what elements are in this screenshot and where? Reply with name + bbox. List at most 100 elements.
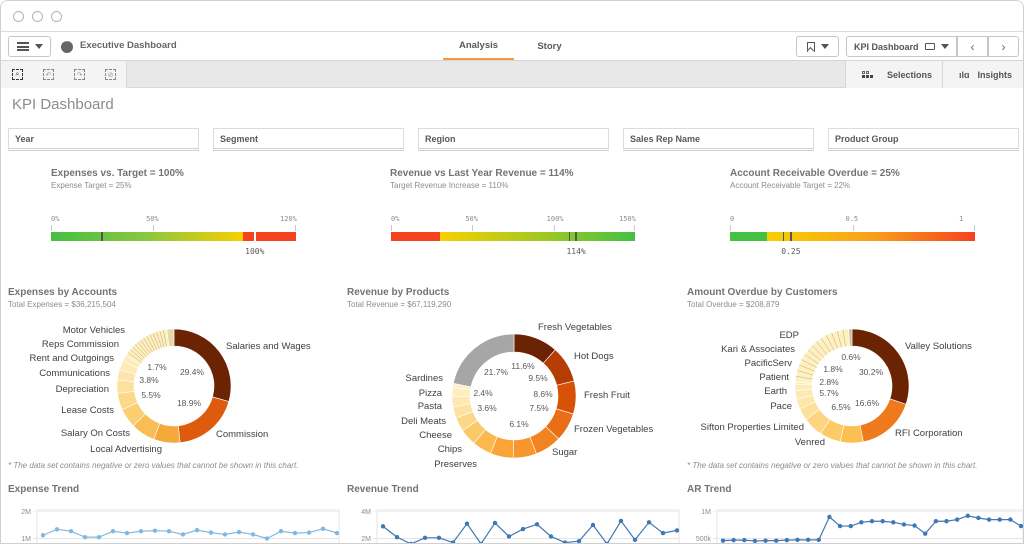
tab-analysis[interactable]: Analysis bbox=[443, 32, 514, 60]
data-point[interactable] bbox=[394, 534, 400, 540]
gauge-expenses[interactable]: 0% 50% 120% 100% bbox=[51, 215, 297, 265]
clear-selections-icon[interactable]: ⊘ bbox=[105, 69, 116, 80]
data-point[interactable] bbox=[933, 519, 939, 524]
data-point[interactable] bbox=[306, 530, 312, 535]
data-point[interactable] bbox=[590, 522, 596, 528]
data-point[interactable] bbox=[250, 532, 256, 537]
data-point[interactable] bbox=[110, 529, 116, 534]
data-point[interactable] bbox=[422, 535, 428, 541]
donut-slice[interactable] bbox=[794, 383, 813, 391]
data-point[interactable] bbox=[208, 530, 214, 535]
data-point[interactable] bbox=[901, 522, 907, 527]
data-point[interactable] bbox=[763, 538, 768, 543]
data-point[interactable] bbox=[436, 535, 442, 541]
data-point[interactable] bbox=[506, 534, 512, 539]
smart-search-icon[interactable]: ⌕ bbox=[12, 69, 23, 80]
data-point[interactable] bbox=[720, 538, 726, 543]
data-point[interactable] bbox=[464, 521, 470, 526]
data-point[interactable] bbox=[534, 522, 540, 527]
data-point[interactable] bbox=[278, 529, 284, 534]
data-point[interactable] bbox=[944, 519, 949, 524]
step-back-icon[interactable]: ↶ bbox=[43, 69, 54, 80]
data-point[interactable] bbox=[784, 537, 790, 543]
donut-slice[interactable] bbox=[839, 424, 864, 444]
data-point[interactable] bbox=[646, 520, 652, 525]
data-point[interactable] bbox=[40, 533, 46, 538]
line-chart-ar-trend[interactable]: 1M 500k bbox=[681, 501, 1024, 544]
donut-slice[interactable] bbox=[555, 380, 577, 415]
donut-slice[interactable] bbox=[173, 328, 232, 402]
data-point[interactable] bbox=[618, 518, 624, 524]
data-point[interactable] bbox=[334, 530, 340, 536]
data-point[interactable] bbox=[1008, 517, 1013, 522]
donut-slice[interactable] bbox=[116, 379, 135, 394]
tab-story[interactable]: Story bbox=[514, 32, 585, 60]
donut-expenses-by-accounts[interactable]: Salaries and Wages 29.4% Commission 18.9% Lo… bbox=[1, 311, 341, 461]
data-point[interactable] bbox=[576, 539, 582, 543]
data-point[interactable] bbox=[236, 529, 242, 535]
kpi-expenses-vs-target[interactable]: Expenses vs. Target = 100% Expense Targe… bbox=[51, 168, 184, 190]
data-point[interactable] bbox=[912, 523, 917, 528]
data-point[interactable] bbox=[1018, 523, 1023, 529]
data-point[interactable] bbox=[124, 530, 130, 536]
data-point[interactable] bbox=[891, 520, 896, 525]
global-menu-button[interactable] bbox=[8, 36, 51, 57]
minimize-window-button[interactable] bbox=[32, 11, 43, 22]
data-point[interactable] bbox=[731, 537, 736, 543]
data-point[interactable] bbox=[869, 519, 875, 524]
data-point[interactable] bbox=[548, 534, 554, 539]
kpi-ar-overdue[interactable]: Account Receivable Overdue = 25% Account… bbox=[730, 168, 900, 190]
kpi-revenue-vs-last-year[interactable]: Revenue vs Last Year Revenue = 114% Targ… bbox=[390, 168, 574, 190]
data-point[interactable] bbox=[562, 540, 568, 544]
data-point[interactable] bbox=[660, 530, 666, 536]
data-point[interactable] bbox=[827, 514, 832, 520]
previous-sheet-button[interactable]: ‹ bbox=[957, 36, 988, 57]
data-point[interactable] bbox=[742, 537, 747, 543]
filter-product-group[interactable]: Product Group bbox=[828, 128, 1019, 151]
data-point[interactable] bbox=[138, 529, 144, 534]
data-point[interactable] bbox=[632, 537, 638, 543]
gauge-revenue[interactable]: 0% 50% 100% 150% 114% bbox=[391, 215, 636, 265]
data-point[interactable] bbox=[997, 517, 1002, 522]
maximize-window-button[interactable] bbox=[51, 11, 62, 22]
data-point[interactable] bbox=[795, 537, 800, 543]
line-chart-revenue-trend[interactable]: 4M 2M bbox=[341, 501, 681, 544]
data-point[interactable] bbox=[68, 529, 74, 534]
data-point[interactable] bbox=[82, 534, 88, 540]
donut-revenue-by-products[interactable]: Fresh Vegetables 11.6% Hot Dogs 9.5% Fresh F… bbox=[341, 311, 681, 476]
bookmarks-button[interactable] bbox=[796, 36, 839, 57]
data-point[interactable] bbox=[492, 520, 498, 526]
data-point[interactable] bbox=[320, 526, 326, 531]
close-window-button[interactable] bbox=[13, 11, 24, 22]
data-point[interactable] bbox=[923, 531, 928, 536]
filter-region[interactable]: Region bbox=[418, 128, 609, 151]
data-point[interactable] bbox=[805, 537, 811, 543]
data-point[interactable] bbox=[837, 523, 843, 529]
insights-button[interactable]: ılɑ Insights bbox=[942, 61, 1023, 88]
donut-slice[interactable] bbox=[452, 333, 515, 388]
data-point[interactable] bbox=[880, 519, 885, 524]
sheet-selector[interactable]: KPI Dashboard bbox=[846, 36, 957, 57]
data-point[interactable] bbox=[752, 538, 758, 543]
data-point[interactable] bbox=[96, 534, 102, 540]
step-forward-icon[interactable]: ↷ bbox=[74, 69, 85, 80]
data-point[interactable] bbox=[380, 524, 386, 529]
next-sheet-button[interactable]: › bbox=[988, 36, 1019, 57]
data-point[interactable] bbox=[965, 513, 970, 519]
data-point[interactable] bbox=[222, 532, 228, 537]
data-point[interactable] bbox=[520, 526, 526, 532]
selections-button[interactable]: Selections bbox=[845, 61, 942, 88]
data-point[interactable] bbox=[954, 517, 960, 522]
donut-amount-overdue-by-customers[interactable]: Valley Solutions 30.2% RFI Corporation 16.6… bbox=[681, 311, 1024, 461]
data-point[interactable] bbox=[166, 529, 172, 534]
data-point[interactable] bbox=[848, 523, 853, 529]
data-point[interactable] bbox=[976, 515, 981, 521]
data-point[interactable] bbox=[152, 528, 158, 533]
gauge-ar-overdue[interactable]: 0 0.5 1 0.25 bbox=[730, 215, 975, 265]
data-point[interactable] bbox=[292, 530, 298, 536]
filter-year[interactable]: Year bbox=[8, 128, 199, 151]
donut-slice[interactable] bbox=[125, 329, 170, 365]
data-point[interactable] bbox=[774, 538, 779, 543]
data-point[interactable] bbox=[264, 536, 270, 541]
data-point[interactable] bbox=[859, 520, 864, 525]
